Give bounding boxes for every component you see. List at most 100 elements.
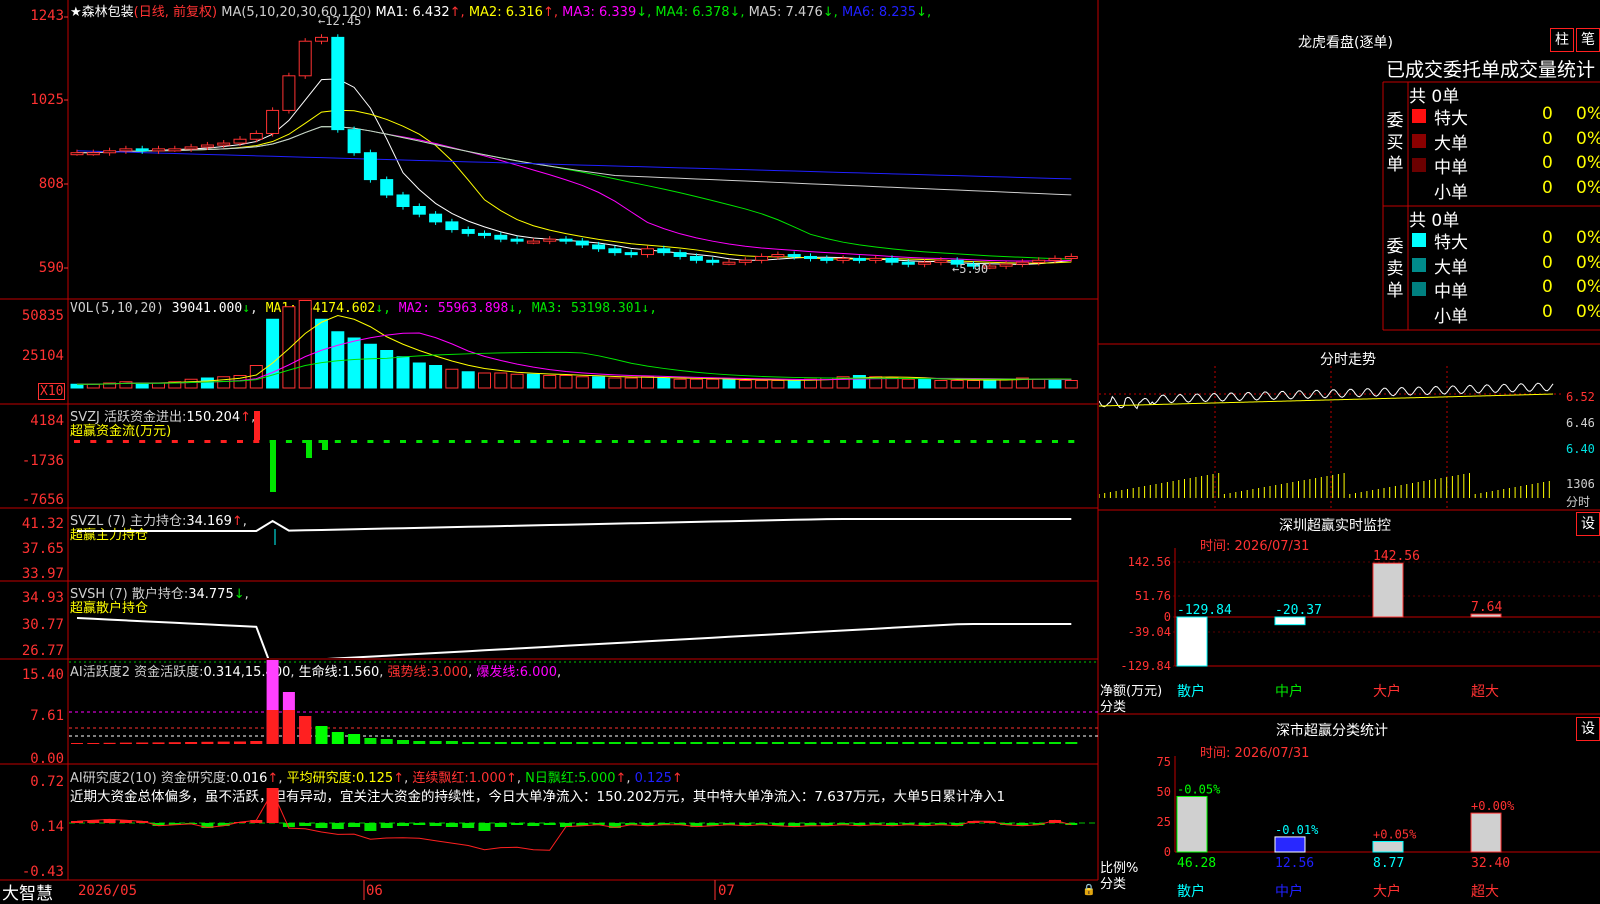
candle xyxy=(152,148,165,152)
candle xyxy=(559,238,573,242)
tick-mode-button[interactable]: 笔 xyxy=(1576,28,1600,52)
vol-bar xyxy=(266,318,280,389)
buy-row-3: 小单00% xyxy=(1434,177,1600,203)
candle xyxy=(103,150,117,154)
vol-bar xyxy=(510,373,524,389)
sell-row-0: 特大00% xyxy=(1410,228,1600,253)
candle xyxy=(445,221,459,231)
svzl-chart[interactable] xyxy=(69,509,1098,580)
vol-bar xyxy=(624,377,638,389)
vol-bar xyxy=(901,378,915,389)
ai2-bar xyxy=(429,823,442,826)
candle xyxy=(673,252,687,257)
svzj-bar xyxy=(497,440,504,443)
ai2-bar xyxy=(266,788,279,823)
svsh-axis-2: 26.77 xyxy=(21,643,64,659)
svzl-axis-0: 41.32 xyxy=(21,516,64,532)
stat-title: 已成交委托单成交量统计 xyxy=(1386,59,1596,81)
stat2-bar-2 xyxy=(1372,840,1404,853)
ai1-bar xyxy=(755,742,768,744)
ai1-chart[interactable] xyxy=(69,660,1098,763)
bar-mode-button[interactable]: 柱 xyxy=(1550,28,1574,52)
lock-icon[interactable]: 🔒 xyxy=(1082,883,1096,896)
fenshi-chart[interactable] xyxy=(1099,366,1564,510)
sell-row-3: 小单00% xyxy=(1434,301,1600,327)
ai1-axis-2: 0.00 xyxy=(30,751,64,767)
ai1-bar xyxy=(217,741,230,744)
svzj-bar xyxy=(367,440,374,443)
candle xyxy=(1015,261,1029,265)
stat2-cat-3: 超大 xyxy=(1471,884,1499,900)
vol-chart[interactable] xyxy=(69,300,1098,403)
lhkp-title: 龙虎看盘(逐单) xyxy=(1298,35,1393,51)
kline-chart[interactable] xyxy=(69,0,1098,298)
svzl-line xyxy=(77,518,1072,532)
candle xyxy=(999,263,1013,267)
svzj-chart[interactable] xyxy=(69,405,1098,507)
svzj-bar xyxy=(139,440,146,443)
monitor-chart[interactable]: 142.56 51.76 0-39.04 -129.84 -129.84 散户 -20.37… xyxy=(1099,548,1600,714)
stat2-settings-button[interactable]: 设 xyxy=(1576,717,1600,741)
ai1-bar xyxy=(234,741,246,744)
vol-bar xyxy=(755,380,769,389)
class-label: 分类 xyxy=(1100,700,1127,715)
svzj-bar xyxy=(807,440,814,443)
candle xyxy=(412,205,426,215)
buy-side-label: 委买单 xyxy=(1386,111,1404,175)
candle xyxy=(543,238,557,242)
vol-axis-1: 25104 xyxy=(21,348,64,364)
candle xyxy=(184,146,198,150)
vol-bar xyxy=(445,368,459,389)
ai2-bar xyxy=(282,823,295,827)
vol-bar xyxy=(999,378,1013,389)
svzj-bar xyxy=(383,440,390,443)
candle xyxy=(1032,259,1046,263)
vol-bar xyxy=(1032,378,1046,389)
legend-swatch xyxy=(1412,233,1426,247)
ai1-bar xyxy=(543,742,556,744)
svsh-chart[interactable] xyxy=(69,582,1098,658)
stat2-val-2: 8.77 xyxy=(1373,856,1404,871)
svzj-bar xyxy=(285,440,292,443)
svzj-bar xyxy=(90,440,97,443)
vol-bar xyxy=(689,378,703,389)
sell-row-1: 大单00% xyxy=(1410,253,1600,278)
ai1-bar xyxy=(674,742,687,744)
ai1-bar xyxy=(87,743,100,744)
ma5-line xyxy=(77,78,1072,266)
ai1-bar xyxy=(413,741,426,744)
candle xyxy=(722,261,736,265)
fenshi-axis-0: 6.52 xyxy=(1566,390,1595,404)
candle xyxy=(429,213,443,223)
svzj-bar xyxy=(122,440,129,443)
stat2-cat-1: 中户 xyxy=(1275,883,1303,900)
stat2-val-1: 12.56 xyxy=(1275,856,1314,871)
ai1-bar xyxy=(119,742,132,744)
candle xyxy=(738,259,752,263)
monitor-settings-button[interactable]: 设 xyxy=(1576,512,1600,536)
monitor-value-1: -20.37 xyxy=(1275,603,1322,618)
candle xyxy=(575,240,589,246)
ai2-bar xyxy=(462,823,475,828)
svzj-bar xyxy=(791,440,798,443)
monitor-cat-2: 大户 xyxy=(1373,683,1401,700)
ai2-chart[interactable] xyxy=(69,765,1098,879)
vol-bar xyxy=(412,362,426,389)
candle xyxy=(657,248,671,254)
stat2-top-2: +0.05% xyxy=(1373,827,1417,841)
vol-ma xyxy=(77,314,1072,385)
svzj-bar xyxy=(253,440,260,443)
ai1-bar xyxy=(723,742,735,744)
ai1-bar xyxy=(152,742,165,744)
stat2-chart[interactable]: 75 50 25 0 -0.05% 46.28 散户 -0.01% 12.56 中户 +0.05% 8… xyxy=(1099,756,1600,900)
stat2-top-3: +0.00% xyxy=(1471,799,1515,813)
ai2-bar xyxy=(331,823,344,829)
monitor-axis-3: -39.04 xyxy=(1128,625,1171,639)
vol-bar xyxy=(347,337,361,389)
svzj-bar xyxy=(986,440,993,443)
ai2-bar xyxy=(511,823,524,825)
ai1-bar xyxy=(739,742,752,744)
ai1-bar xyxy=(380,739,393,744)
ai1-bar xyxy=(869,742,882,744)
ai1-bar xyxy=(592,742,605,744)
